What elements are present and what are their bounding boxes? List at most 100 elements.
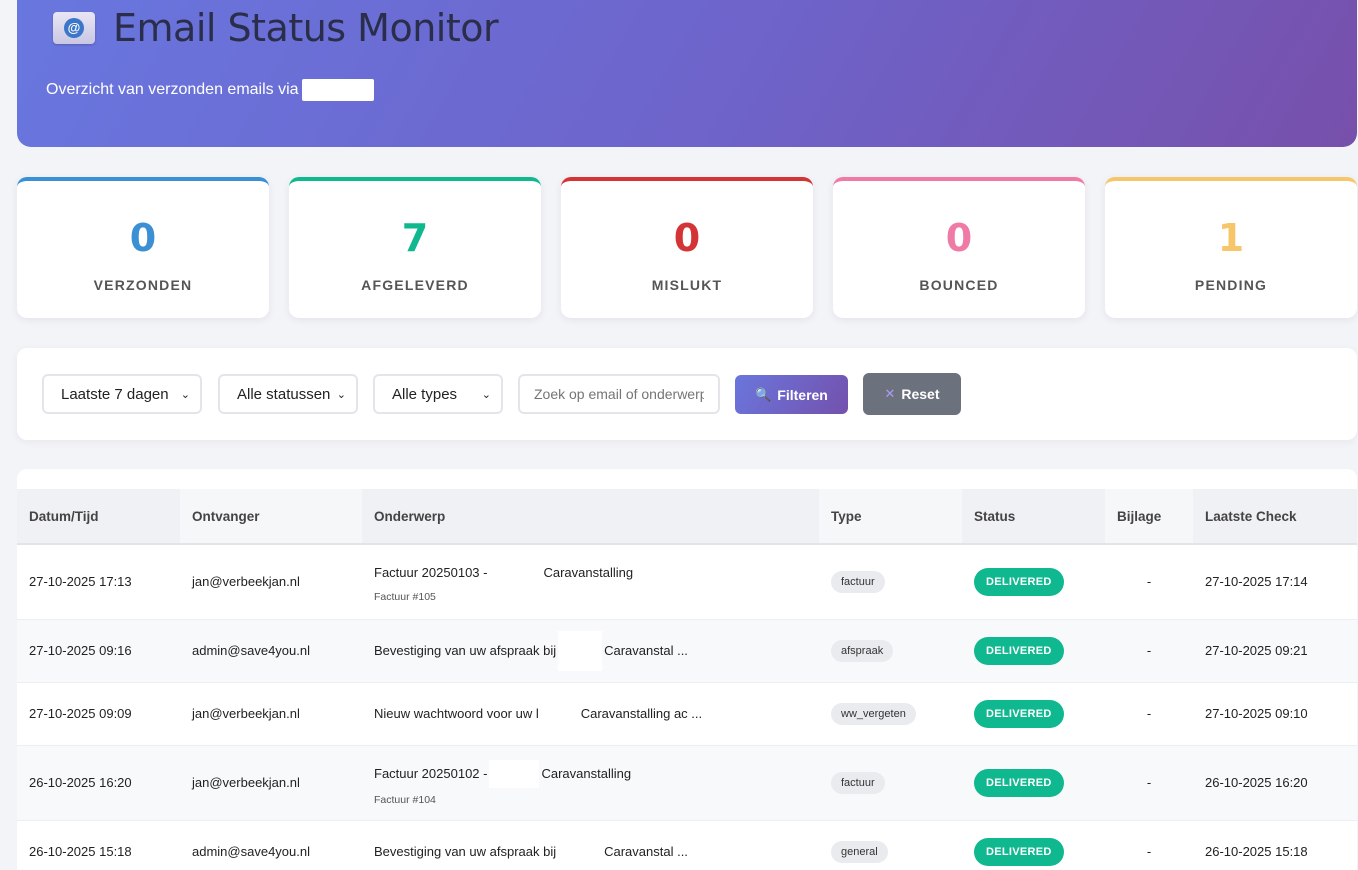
stat-value: 0 [673,216,701,260]
status-badge: DELIVERED [974,636,1064,665]
type-tag: factuur [831,570,885,593]
col-header-date[interactable]: Datum/Tijd [17,489,180,545]
status-badge: DELIVERED [974,699,1064,728]
redacted-block [301,79,374,101]
table-row[interactable]: 27-10-2025 17:13 jan@verbeekjan.nl Factu… [17,544,1357,620]
subject-text-cont: Caravanstalling [541,766,632,781]
cell-type: ww_vergeten [819,682,962,746]
cell-subject: Nieuw wachtwoord voor uw l Caravanstalli… [362,682,819,746]
stat-label: AFGELEVERD [361,277,469,293]
search-input[interactable] [518,374,720,414]
redacted-block [540,701,579,726]
cell-subject: Factuur 20250102 - Caravanstalling Factu… [362,745,819,821]
cell-date: 27-10-2025 17:13 [17,544,180,620]
email-table-card: Datum/Tijd Ontvanger Onderwerp Type Stat… [17,469,1357,870]
chevron-down-icon: ⌄ [180,388,190,401]
col-header-subject[interactable]: Onderwerp [362,489,819,545]
cell-status: DELIVERED [962,682,1105,746]
email-icon: @ [53,12,95,44]
cell-attachment: - [1105,619,1193,683]
chevron-down-icon: ⌄ [336,388,346,401]
status-badge: DELIVERED [974,837,1064,866]
subject-line: Bevestiging van uw afspraak bij Caravans… [374,630,819,671]
cell-recipient: admin@save4you.nl [180,619,362,683]
page-header: @ Email Status Monitor Overzicht van ver… [17,0,1357,147]
type-tag: afspraak [831,639,894,662]
stat-card-bounced: 0 BOUNCED [833,177,1085,318]
col-header-type[interactable]: Type [819,489,962,545]
stat-label: PENDING [1194,277,1268,293]
filter-bar: Laatste 7 dagen ⌄ Alle statussen ⌄ Alle … [17,348,1357,440]
reset-button[interactable]: ✕ Reset [863,373,961,415]
col-header-last-check[interactable]: Laatste Check [1193,489,1357,545]
cell-date: 27-10-2025 09:09 [17,682,180,746]
cell-last-check: 27-10-2025 17:14 [1193,544,1357,620]
at-sign-icon: @ [64,18,84,38]
period-select[interactable]: Laatste 7 dagen ⌄ [42,374,202,414]
cell-subject: Factuur 20250103 - Caravanstalling Factu… [362,544,819,620]
cell-subject: Bevestiging van uw afspraak bij Caravans… [362,820,819,870]
cell-last-check: 26-10-2025 16:20 [1193,745,1357,821]
col-header-attachment[interactable]: Bijlage [1105,489,1193,545]
email-table: Datum/Tijd Ontvanger Onderwerp Type Stat… [17,489,1357,870]
cell-type: factuur [819,745,962,821]
col-header-status[interactable]: Status [962,489,1105,545]
type-tag: ww_vergeten [831,702,916,725]
cell-last-check: 26-10-2025 15:18 [1193,820,1357,870]
header-title-row: @ Email Status Monitor [53,6,499,50]
page-title: Email Status Monitor [113,6,499,50]
stat-card-verzonden: 0 VERZONDEN [17,177,269,318]
cell-status: DELIVERED [962,619,1105,683]
cell-attachment: - [1105,745,1193,821]
status-badge: DELIVERED [974,567,1064,596]
cell-attachment: - [1105,544,1193,620]
subject-subtext: Factuur #104 [374,793,436,806]
stat-label: BOUNCED [919,277,999,293]
subject-text: Factuur 20250102 - [374,766,488,781]
type-select-value: Alle types [392,385,458,403]
subject-text: Bevestiging van uw afspraak bij [374,844,557,859]
stat-card-pending: 1 PENDING [1105,177,1357,318]
table-row[interactable]: 27-10-2025 09:16 admin@save4you.nl Beves… [17,619,1357,683]
cell-recipient: jan@verbeekjan.nl [180,682,362,746]
cell-date: 26-10-2025 15:18 [17,820,180,870]
table-row[interactable]: 26-10-2025 15:18 admin@save4you.nl Beves… [17,820,1357,870]
cell-status: DELIVERED [962,544,1105,620]
stat-value: 7 [401,216,429,260]
search-icon: 🔍 [755,386,772,402]
subject-text-cont: Caravanstalling [543,565,634,581]
cell-last-check: 27-10-2025 09:21 [1193,619,1357,683]
close-icon: ✕ [884,386,896,401]
type-select[interactable]: Alle types ⌄ [373,374,503,414]
redacted-block [489,560,542,585]
cell-recipient: jan@verbeekjan.nl [180,544,362,620]
cell-recipient: jan@verbeekjan.nl [180,745,362,821]
status-badge: DELIVERED [974,768,1064,797]
cell-type: factuur [819,544,962,620]
subject-subtext: Factuur #105 [374,590,436,603]
subject-text-cont: Caravanstalling ac ... [580,706,703,721]
stat-card-afgeleverd: 7 AFGELEVERD [289,177,541,318]
filter-button[interactable]: 🔍 Filteren [735,375,848,414]
table-row[interactable]: 27-10-2025 09:09 jan@verbeekjan.nl Nieuw… [17,682,1357,746]
cell-status: DELIVERED [962,820,1105,870]
filter-button-label: Filteren [777,386,828,403]
subject-text-cont: Caravanstal ... [604,643,688,658]
status-select[interactable]: Alle statussen ⌄ [218,374,358,414]
subtitle-text: Overzicht van verzonden emails via [46,81,299,98]
col-header-recipient[interactable]: Ontvanger [180,489,362,545]
stat-value: 0 [945,216,973,260]
stat-label: MISLUKT [651,277,723,293]
cell-type: afspraak [819,619,962,683]
stat-value: 0 [129,216,157,260]
cell-date: 26-10-2025 16:20 [17,745,180,821]
stat-value: 1 [1217,216,1245,260]
table-row[interactable]: 26-10-2025 16:20 jan@verbeekjan.nl Factu… [17,745,1357,821]
subject-line: Bevestiging van uw afspraak bij Caravans… [374,839,819,864]
period-select-value: Laatste 7 dagen [61,385,169,403]
cell-type: general [819,820,962,870]
status-select-value: Alle statussen [237,385,331,403]
subject-text: Factuur 20250103 - [374,565,488,581]
chevron-down-icon: ⌄ [481,388,491,401]
stat-label: VERZONDEN [93,277,193,293]
